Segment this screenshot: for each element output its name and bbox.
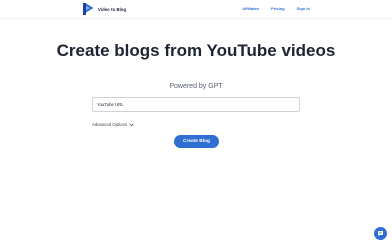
hero-title: Create blogs from YouTube videos [56,41,336,60]
create-blog-button[interactable]: Create Blog [174,135,219,148]
brand-name: Video to Blog [98,6,127,12]
nav-link-sign-in[interactable]: Sign In [297,6,310,11]
nav-link-affiliates[interactable]: Affiliates [242,6,259,11]
hero-subtitle: Powered by GPT [169,83,223,90]
chat-bubble-icon [378,231,383,237]
chat-widget-button[interactable] [374,227,387,240]
nav-links: Affiliates Pricing Sign In [242,6,310,11]
youtube-url-input[interactable] [92,97,300,112]
advanced-options-label: Advanced Options [92,122,128,127]
play-p-logo-icon [83,3,94,15]
top-navbar: Video to Blog Affiliates Pricing Sign In [0,0,392,19]
brand[interactable]: Video to Blog [83,3,126,15]
nav-link-pricing[interactable]: Pricing [271,6,285,11]
chevron-down-icon [129,123,134,126]
advanced-options-toggle[interactable]: Advanced Options [92,122,134,127]
